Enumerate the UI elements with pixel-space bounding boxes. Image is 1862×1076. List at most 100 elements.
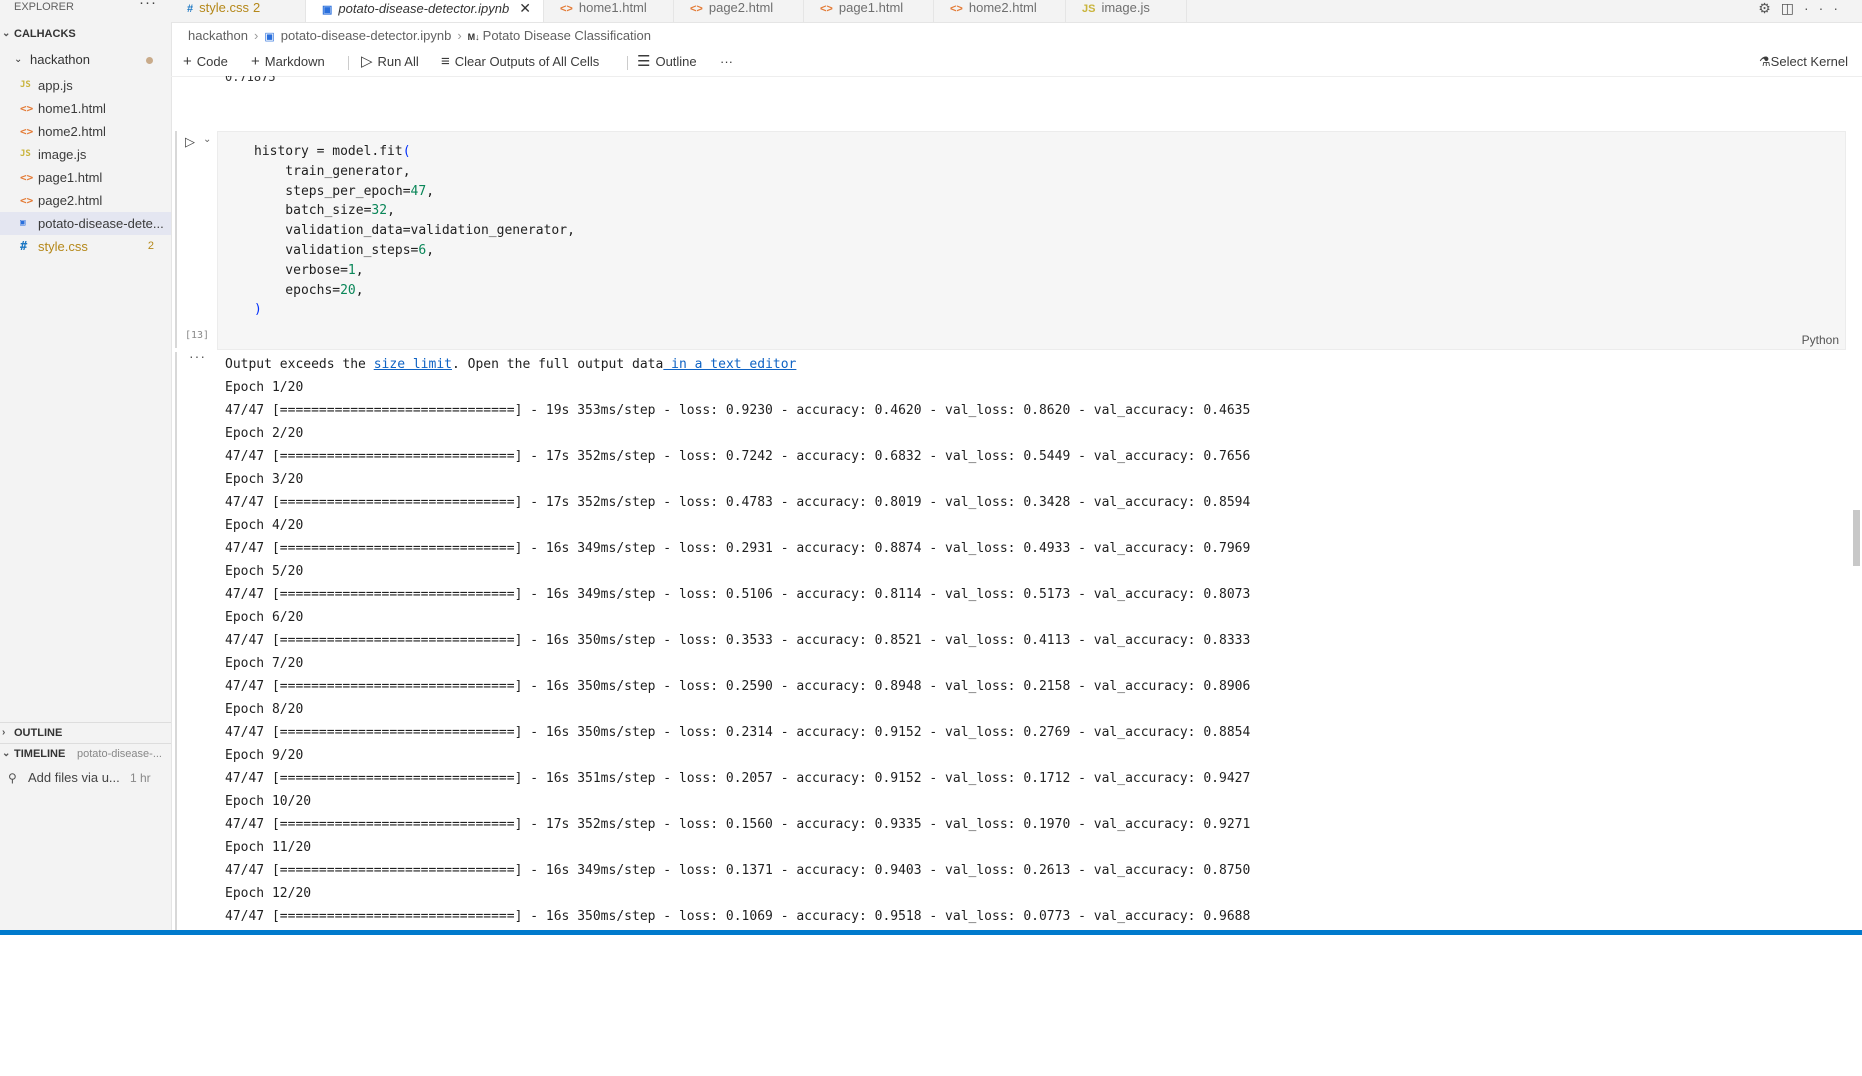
breadcrumb-folder[interactable]: hackathon <box>188 28 248 43</box>
output-line: Epoch 9/20 <box>225 748 304 763</box>
output-line: 47/47 [==============================] -… <box>225 633 1251 648</box>
cell-language[interactable]: Python <box>1802 333 1839 347</box>
cell-output: Output exceeds the size limit. Open the … <box>225 353 1250 928</box>
js-file-icon: JS <box>20 80 31 90</box>
button-label: Run All <box>377 54 419 69</box>
outline-section[interactable]: › OUTLINE <box>0 722 171 743</box>
more-actions-icon[interactable]: ··· <box>139 0 157 10</box>
clear-all-icon: ≡ <box>441 53 450 70</box>
timeline-title: TIMELINE <box>14 748 66 760</box>
output-line: Epoch 5/20 <box>225 564 304 579</box>
file-item-notebook[interactable]: ▣ potato-disease-dete... <box>0 212 171 235</box>
output-gutter <box>175 352 213 930</box>
html-file-icon: <> <box>820 3 833 15</box>
chevron-right-icon: › <box>254 28 259 43</box>
file-name: home2.html <box>38 124 106 139</box>
run-all-button[interactable]: ▷ Run All <box>361 48 419 76</box>
explorer-title: EXPLORER <box>14 1 74 13</box>
close-icon[interactable]: ✕ <box>519 0 531 16</box>
file-item-page2-html[interactable]: <> page2.html <box>0 189 171 212</box>
output-more-icon[interactable]: ··· <box>189 348 206 364</box>
toolbar-divider <box>348 56 349 70</box>
vertical-scrollbar[interactable] <box>1853 510 1860 566</box>
output-line: Epoch 3/20 <box>225 472 304 487</box>
output-line: 47/47 [==============================] -… <box>225 541 1251 556</box>
file-item-home2-html[interactable]: <> home2.html <box>0 120 171 143</box>
tab-page2-html[interactable]: <> page2.html <box>674 0 804 22</box>
markdown-icon: M↓ <box>467 32 480 42</box>
open-in-editor-link[interactable]: in a text editor <box>663 357 796 372</box>
breadcrumb: hackathon › ▣ potato-disease-detector.ipynb… <box>188 26 651 46</box>
tab-page1-html[interactable]: <> page1.html <box>804 0 934 22</box>
chevron-down-icon: ⌄ <box>2 28 11 39</box>
tab-label: page2.html <box>708 0 774 15</box>
file-name: potato-disease-dete... <box>38 216 164 231</box>
add-markdown-cell-button[interactable]: + Markdown <box>251 48 325 76</box>
size-limit-link[interactable]: size limit <box>374 357 452 372</box>
kernel-icon: ⚗ <box>1759 54 1771 69</box>
breadcrumb-section[interactable]: Potato Disease Classification <box>483 28 651 43</box>
chevron-down-icon[interactable]: ⌄ <box>203 134 211 145</box>
outline-button[interactable]: ☰ Outline <box>637 48 697 76</box>
more-actions-icon[interactable]: ··· <box>1804 0 1848 16</box>
output-more-icon[interactable]: ··· <box>189 76 203 82</box>
file-item-page1-html[interactable]: <> page1.html <box>0 166 171 189</box>
file-name: image.js <box>38 147 87 162</box>
gear-icon[interactable]: ⚙ <box>1758 0 1781 16</box>
code-cell[interactable]: history = model.fit( train_generator, st… <box>217 131 1846 350</box>
chevron-down-icon: ⌄ <box>14 54 23 65</box>
tab-image-js[interactable]: JS image.js <box>1066 0 1187 22</box>
more-actions-icon[interactable]: ··· <box>720 48 733 76</box>
file-name: page1.html <box>38 170 103 185</box>
clear-outputs-button[interactable]: ≡ Clear Outputs of All Cells <box>441 48 599 76</box>
problem-count-badge: 2 <box>147 240 154 252</box>
tab-style-css[interactable]: # style.css 2 <box>171 0 306 22</box>
code-content[interactable]: history = model.fit( train_generator, st… <box>254 142 575 320</box>
output-line: Epoch 1/20 <box>225 380 304 395</box>
output-line: 47/47 [==============================] -… <box>225 449 1251 464</box>
button-label: Select Kernel <box>1770 54 1848 69</box>
folder-name: hackathon <box>30 52 90 67</box>
button-label: Clear Outputs of All Cells <box>454 54 600 69</box>
file-item-style-css[interactable]: # style.css 2 <box>0 235 171 258</box>
button-label: Markdown <box>264 54 325 69</box>
select-kernel-button[interactable]: ⚗Select Kernel <box>1759 48 1848 76</box>
html-file-icon: <> <box>20 171 34 184</box>
file-item-image-js[interactable]: JS image.js <box>0 143 171 166</box>
file-item-app-js[interactable]: JS app.js <box>0 74 171 97</box>
html-file-icon: <> <box>20 194 34 207</box>
timeline-section[interactable]: ⌄ TIMELINE potato-disease-... <box>0 743 171 764</box>
run-cell-icon[interactable]: ▷ <box>185 134 195 150</box>
file-name: app.js <box>38 78 73 93</box>
output-line: Epoch 6/20 <box>225 610 304 625</box>
tab-home1-html[interactable]: <> home1.html <box>544 0 674 22</box>
problem-count-badge: 2 <box>252 0 261 15</box>
plus-icon: + <box>183 53 192 70</box>
timeline-entry[interactable]: ⚲ Add files via u... 1 hr <box>0 767 171 789</box>
button-label: Code <box>196 54 228 69</box>
js-file-icon: JS <box>1082 3 1096 15</box>
file-item-home1-html[interactable]: <> home1.html <box>0 97 171 120</box>
chevron-down-icon: ⌄ <box>2 748 11 759</box>
folder-hackathon[interactable]: ⌄ hackathon <box>0 48 171 72</box>
modified-dot-icon <box>146 57 153 64</box>
tab-label: home2.html <box>968 0 1037 15</box>
notebook-editor: ··· 0.71875 ▷ ⌄ [13] history = model.fit… <box>171 76 1862 930</box>
split-editor-icon[interactable]: ◫ <box>1781 0 1804 16</box>
breadcrumb-file[interactable]: potato-disease-detector.ipynb <box>281 28 452 43</box>
tab-home2-html[interactable]: <> home2.html <box>934 0 1066 22</box>
html-file-icon: <> <box>20 125 34 138</box>
editor-tabs: # style.css 2 ▣ potato-disease-detector.ipy… <box>171 0 1862 23</box>
html-file-icon: <> <box>20 102 34 115</box>
file-name: home1.html <box>38 101 106 116</box>
output-line: 47/47 [==============================] -… <box>225 403 1251 418</box>
output-line: Epoch 8/20 <box>225 702 304 717</box>
add-code-cell-button[interactable]: + Code <box>183 48 228 76</box>
output-notice: Output exceeds the size limit. Open the … <box>225 357 797 372</box>
workspace-section[interactable]: ⌄ CALHACKS <box>0 24 171 44</box>
tab-notebook[interactable]: ▣ potato-disease-detector.ipynb ✕ <box>306 0 544 22</box>
output-line: Epoch 11/20 <box>225 840 312 855</box>
output-line: 47/47 [==============================] -… <box>225 725 1251 740</box>
button-label: Outline <box>655 54 697 69</box>
notebook-toolbar: + Code + Markdown ▷ Run All ≡ Clear Outputs … <box>171 48 1862 77</box>
